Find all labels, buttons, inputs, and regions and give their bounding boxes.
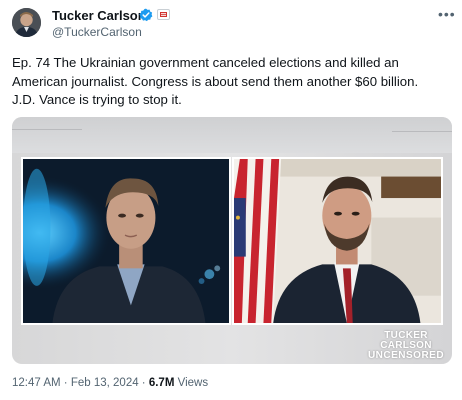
media-background-line bbox=[392, 131, 452, 132]
media-background-line bbox=[12, 129, 82, 130]
author-name[interactable]: Tucker Carlson bbox=[52, 8, 146, 23]
verified-badge-icon[interactable] bbox=[139, 8, 153, 22]
meta-separator: · bbox=[60, 377, 71, 389]
tweet-date[interactable]: Feb 13, 2024 bbox=[71, 377, 139, 389]
tweet-text: Ep. 74 The Ukrainian government canceled… bbox=[12, 55, 419, 107]
logo-line-3: UNCENSORED bbox=[367, 350, 445, 361]
video-panel-left bbox=[21, 157, 231, 325]
tweet-card[interactable]: Tucker Carlson @TuckerCarlson ••• Ep. 74… bbox=[0, 0, 462, 400]
tweet-time[interactable]: 12:47 AM bbox=[12, 377, 61, 389]
avatar[interactable] bbox=[12, 8, 41, 37]
tweet-meta: 12:47 AM · Feb 13, 2024 · 6.7M Views bbox=[12, 377, 208, 389]
views-label: Views bbox=[174, 377, 209, 389]
video-panel-right bbox=[232, 157, 443, 325]
affiliate-badge-icon[interactable] bbox=[157, 9, 170, 20]
more-options-icon[interactable]: ••• bbox=[438, 6, 456, 22]
meta-separator: · bbox=[138, 377, 149, 389]
tweet-media-video[interactable]: TUCKER CARLSON UNCENSORED bbox=[12, 117, 452, 364]
show-logo: TUCKER CARLSON UNCENSORED bbox=[367, 331, 445, 361]
views-count[interactable]: 6.7M bbox=[149, 377, 175, 389]
media-background bbox=[12, 117, 452, 153]
author-handle[interactable]: @TuckerCarlson bbox=[52, 25, 142, 39]
